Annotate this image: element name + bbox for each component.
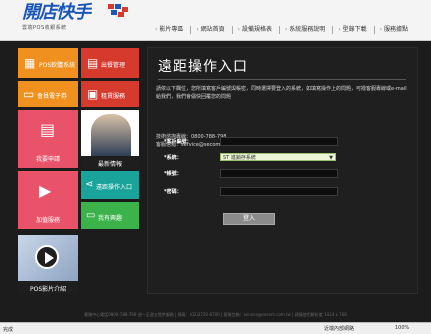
status-zone: 近端內部網路 bbox=[324, 326, 355, 332]
logo-squares-icon bbox=[108, 4, 130, 18]
system-label: *系統： bbox=[164, 155, 182, 161]
tile-news-label: 最新情報 bbox=[98, 161, 123, 168]
account-label: *帳號： bbox=[164, 171, 182, 177]
nav-locations[interactable]: 服務據點 bbox=[373, 26, 415, 34]
video-camera-icon: ▶ bbox=[39, 181, 52, 200]
share-icon: ⋖ bbox=[85, 179, 94, 190]
chat-icon: ▭ bbox=[86, 210, 96, 221]
tile-value-added[interactable]: ▶ 加值服務 bbox=[18, 171, 78, 229]
site-logo[interactable]: 開店快手 雲端POS收銀系統 bbox=[22, 2, 91, 32]
tile-ordering[interactable]: ▤ 出餐管理 bbox=[81, 48, 139, 78]
nav-catalog[interactable]: 型錄下載 bbox=[332, 26, 373, 34]
footer-copyright: 客服中心電話0800-788-798 週一至週五提供服務 | 傳真：(02)27… bbox=[84, 312, 347, 317]
tile-video-label: POS影片介紹 bbox=[30, 286, 67, 293]
tile-about-label: 我有興趣 bbox=[98, 215, 123, 222]
tile-video[interactable]: POS影片介紹 bbox=[18, 235, 78, 293]
tile-voucher-label: 會員電子券 bbox=[37, 93, 68, 100]
account-field[interactable] bbox=[220, 169, 338, 178]
tile-query[interactable]: ▣ 租賃服務 bbox=[81, 81, 139, 107]
chevron-down-icon: ▼ bbox=[329, 155, 333, 161]
status-done: 完成 bbox=[3, 327, 14, 333]
tile-voucher[interactable]: ▭ 會員電子券 bbox=[18, 81, 78, 107]
panel-intro: 請依以下欄位，您所填寫客戶編號與帳密，同時選擇要登入的系統，如填寫操作上的問題，… bbox=[156, 86, 407, 100]
form-icon: ▤ bbox=[40, 120, 56, 139]
logo-subtitle: 雲端POS收銀系統 bbox=[22, 25, 67, 31]
nav-home[interactable]: 網站首頁 bbox=[190, 26, 231, 34]
tile-query-label: 租賃服務 bbox=[101, 93, 126, 100]
main-nav: 影片專區 網站首頁 設備規格表 系統服務說明 型錄下載 服務據點 bbox=[150, 26, 415, 34]
browser-statusbar: 完成 近端內部網路 100% bbox=[0, 322, 431, 334]
tile-value-added-label: 加值服務 bbox=[36, 217, 61, 224]
tile-pos-system-label: POS軟體系統 bbox=[39, 62, 76, 69]
tile-remote[interactable]: ⋖ 遠距操作入口 bbox=[81, 171, 139, 199]
panel-title: 遠距操作入口 bbox=[158, 59, 248, 75]
password-field[interactable] bbox=[220, 187, 338, 196]
tile-pos-system[interactable]: ▦ POS軟體系統 bbox=[18, 48, 78, 78]
tile-register[interactable]: ▤ 我要申請 bbox=[18, 110, 78, 168]
zoom-level[interactable]: 100% bbox=[395, 325, 409, 331]
tile-ordering-label: 出餐管理 bbox=[101, 62, 126, 69]
title-divider bbox=[158, 79, 406, 80]
system-select[interactable]: ST 進銷存系統 ▼ bbox=[220, 153, 336, 161]
document-icon: ▤ bbox=[87, 56, 99, 70]
tile-register-label: 我要申請 bbox=[36, 156, 61, 163]
tile-remote-label: 遠距操作入口 bbox=[96, 184, 133, 191]
nav-specs[interactable]: 設備規格表 bbox=[231, 26, 279, 34]
grid-icon: ▦ bbox=[24, 56, 36, 70]
clipboard-icon: ▣ bbox=[87, 87, 99, 101]
news-person-photo bbox=[91, 114, 131, 156]
nav-videos[interactable]: 影片專區 bbox=[150, 26, 190, 34]
login-button[interactable]: 登入 bbox=[223, 213, 275, 225]
tile-news[interactable]: 最新情報 bbox=[81, 110, 139, 168]
nav-service[interactable]: 系統服務說明 bbox=[278, 26, 332, 34]
play-icon[interactable] bbox=[35, 245, 59, 269]
customer-id-label: *客戶編號： bbox=[164, 139, 192, 145]
top-header: 開店快手 雲端POS收銀系統 影片專區 網站首頁 設備規格表 系統服務說明 型錄… bbox=[0, 0, 431, 41]
ticket-icon: ▭ bbox=[23, 87, 35, 101]
remote-login-panel: 遠距操作入口 請依以下欄位，您所填寫客戶編號與帳密，同時選擇要登入的系統，如填寫… bbox=[147, 47, 418, 294]
system-select-value: ST 進銷存系統 bbox=[223, 155, 256, 161]
password-label: *密碼： bbox=[164, 189, 182, 195]
logo-title: 開店快手 bbox=[22, 2, 91, 23]
customer-id-field[interactable] bbox=[220, 137, 338, 146]
tile-about[interactable]: ▭ 我有興趣 bbox=[81, 202, 139, 229]
